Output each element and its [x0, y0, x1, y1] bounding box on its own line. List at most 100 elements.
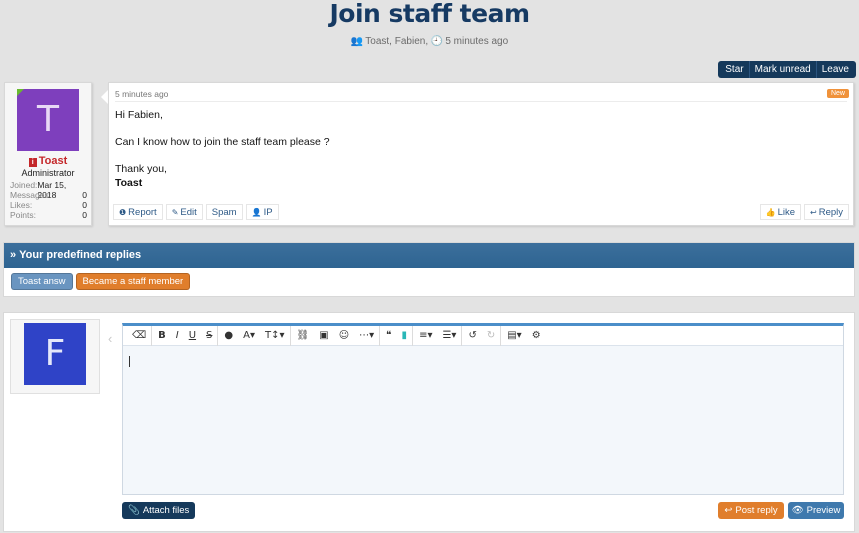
chevron-left-icon: ‹	[108, 331, 113, 346]
message-date[interactable]: 5 minutes ago	[115, 89, 168, 99]
predefined-replies-block: » Your predefined replies Toast answ Beca…	[3, 242, 855, 297]
like-button[interactable]: 👍 Like	[759, 204, 801, 220]
became-staff-button[interactable]: Became a staff member	[75, 273, 191, 290]
predefined-replies-buttons: Toast answ Became a staff member	[4, 268, 854, 290]
message-body: Hi Fabien, Can I know how to join the st…	[115, 109, 330, 190]
message-line: Can I know how to join the staff team pl…	[115, 136, 330, 148]
stat-row: Joined: Mar 15, 2018	[10, 180, 87, 200]
save-draft-icon[interactable]: ▤▾	[500, 325, 526, 346]
reply-icon: ↩	[724, 505, 733, 516]
stat-row: Likes: 0	[10, 200, 87, 210]
eraser-icon[interactable]: ⌫	[127, 326, 151, 346]
message-actions-right: 👍 Like ↩ Reply	[759, 204, 849, 220]
staff-badge-icon: i	[28, 158, 37, 167]
user-title: Administrator	[21, 168, 75, 178]
username-text[interactable]: Toast	[39, 155, 68, 167]
spam-label: Spam	[211, 207, 237, 218]
thread-meta: 👥 Toast, Fabien, 🕘 5 minutes ago	[350, 36, 509, 47]
list-icon[interactable]: ☰▾	[437, 326, 461, 346]
code-icon[interactable]: ▮	[397, 326, 413, 346]
post-user-card: T i Toast Administrator Joined: Mar 15, 20…	[4, 82, 92, 226]
edit-button[interactable]: ✎ Edit	[165, 204, 203, 220]
message-greeting: Hi Fabien,	[115, 109, 163, 121]
font-size-icon[interactable]: A▾	[238, 326, 260, 346]
double-chevron-icon: »	[10, 249, 17, 261]
align-icon[interactable]: ≡▾	[412, 325, 437, 346]
paperclip-icon: 📎	[128, 505, 140, 516]
edit-label: Edit	[180, 207, 197, 218]
post-reply-button[interactable]: ↩ Post reply	[718, 502, 784, 519]
report-label: Report	[128, 207, 157, 218]
link-icon[interactable]: ⛓	[289, 325, 315, 346]
reply-button[interactable]: ↩ Reply	[804, 204, 849, 220]
message-pointer	[101, 90, 108, 104]
attach-files-button[interactable]: 📎 Attach files	[122, 502, 196, 519]
username[interactable]: i Toast	[5, 155, 91, 167]
redo-icon[interactable]: ↻	[482, 326, 500, 346]
stat-label: Likes:	[10, 200, 33, 210]
toast-answer-button[interactable]: Toast answ	[11, 273, 73, 290]
message-signature: Toast	[115, 176, 143, 189]
page-title: Join staff team	[329, 0, 530, 28]
users-icon: 👥	[350, 36, 364, 47]
more-icon[interactable]: ⋯▾	[354, 326, 379, 346]
clock-icon: 🕘	[430, 36, 444, 47]
spam-button[interactable]: Spam	[205, 204, 243, 220]
eye-icon: 👁	[791, 505, 804, 516]
preview-label: Preview	[806, 505, 841, 516]
attach-files-label: Attach files	[142, 505, 190, 516]
stat-value: Mar 15, 2018	[37, 180, 67, 200]
leave-button[interactable]: Leave	[815, 61, 854, 78]
reply-label: Reply	[818, 207, 843, 218]
thread-participants: Toast, Fabien	[365, 36, 426, 47]
reply-area: F ‹ ⌫ B I U S ● A▾ T↕▾ ⛓ ▣ ☺ ⋯▾ ❝ ▮ ≡▾ ☰…	[3, 312, 855, 532]
avatar[interactable]: T	[17, 89, 79, 151]
smiley-icon[interactable]: ☺	[334, 326, 354, 346]
user-stats: Joined: Mar 15, 2018 Messages: 0 Likes: 0 P…	[10, 180, 87, 220]
bold-icon[interactable]: B	[151, 325, 171, 346]
pencil-icon: ✎	[171, 208, 179, 217]
undo-icon[interactable]: ↺	[461, 325, 481, 346]
thumbs-up-icon: 👍	[765, 208, 776, 217]
new-badge: New	[826, 89, 849, 98]
image-icon[interactable]: ▣	[314, 326, 333, 346]
predefined-replies-title: Your predefined replies	[19, 249, 142, 261]
online-indicator-icon	[17, 89, 24, 96]
strikethrough-icon[interactable]: S	[201, 326, 217, 346]
thread-time: 5 minutes ago	[445, 36, 509, 47]
stat-value: 0	[82, 190, 87, 200]
reply-editor[interactable]: ⌫ B I U S ● A▾ T↕▾ ⛓ ▣ ☺ ⋯▾ ❝ ▮ ≡▾ ☰▾ ↺ …	[122, 323, 844, 495]
mark-unread-button[interactable]: Mark unread	[748, 61, 816, 78]
stat-value: 0	[82, 200, 87, 210]
preview-button[interactable]: 👁 Preview	[788, 502, 844, 519]
ip-button[interactable]: 👤 IP	[245, 204, 279, 220]
message-actions-left: ❶ Report ✎ Edit Spam 👤 IP	[113, 204, 279, 220]
settings-icon[interactable]: ⚙	[527, 326, 546, 346]
thread-actions: Star Mark unread Leave	[718, 61, 856, 78]
text-style-icon[interactable]: T↕▾	[260, 326, 290, 346]
underline-icon[interactable]: U	[184, 326, 201, 346]
stat-label: Points:	[10, 210, 36, 220]
message-closing: Thank you,	[115, 163, 167, 175]
stat-label: Messages:	[10, 190, 52, 200]
predefined-replies-header: » Your predefined replies	[4, 243, 854, 268]
stat-value: 0	[82, 210, 87, 220]
user-icon: 👤	[251, 208, 262, 217]
quote-icon[interactable]: ❝	[379, 325, 396, 346]
editor-toolbar: ⌫ B I U S ● A▾ T↕▾ ⛓ ▣ ☺ ⋯▾ ❝ ▮ ≡▾ ☰▾ ↺ …	[123, 325, 843, 346]
reply-avatar[interactable]: F	[24, 323, 86, 385]
report-button[interactable]: ❶ Report	[113, 204, 163, 220]
italic-icon[interactable]: I	[171, 326, 184, 346]
ip-label: IP	[263, 207, 273, 218]
stat-row: Points: 0	[10, 210, 87, 220]
message: 5 minutes ago New Hi Fabien, Can I know …	[108, 82, 854, 226]
stat-label: Joined:	[10, 180, 38, 190]
text-caret	[129, 356, 130, 367]
stat-row: Messages: 0	[10, 190, 87, 200]
report-icon: ❶	[119, 208, 127, 217]
color-icon[interactable]: ●	[217, 325, 238, 346]
like-label: Like	[777, 207, 795, 218]
star-button[interactable]: Star	[720, 61, 748, 78]
reply-user-card: F	[10, 319, 100, 394]
post-reply-label: Post reply	[735, 505, 778, 516]
